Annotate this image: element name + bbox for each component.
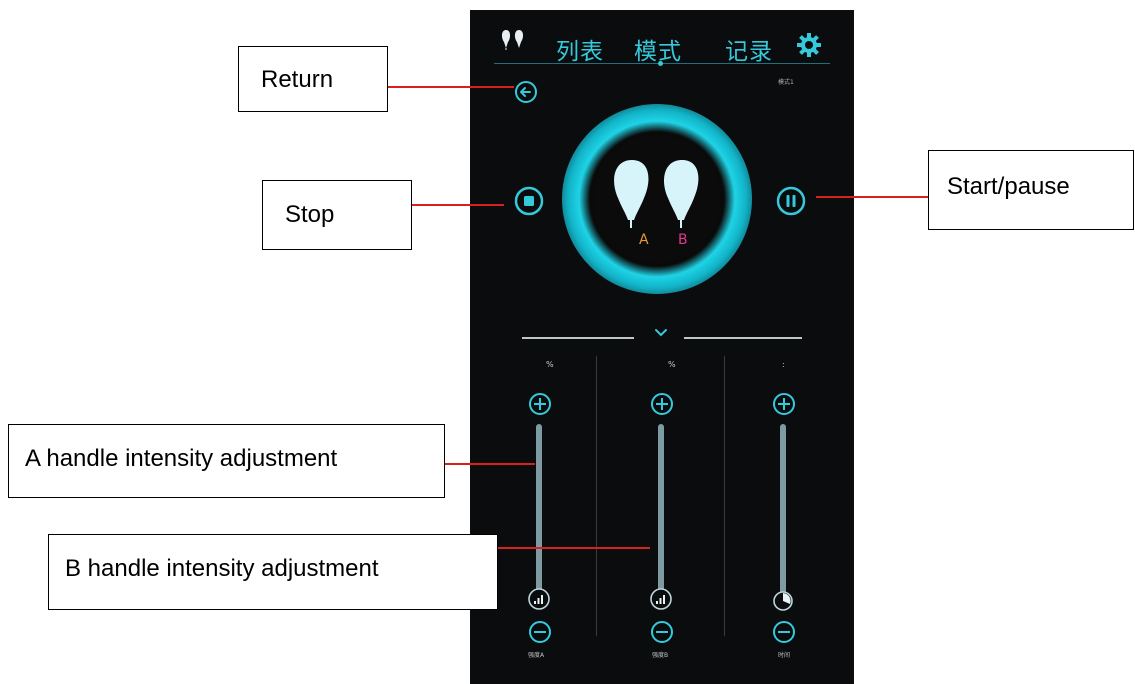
handle-b-label: B: [678, 232, 688, 248]
intensity-a-label: 强度A: [528, 652, 545, 659]
timer-icon[interactable]: [772, 590, 794, 612]
column-separator: [596, 356, 597, 636]
callout-b-intensity: B handle intensity adjustment: [48, 534, 498, 610]
column-separator: [724, 356, 725, 636]
callout-start-pause-text: Start/pause: [947, 173, 1070, 200]
divider-right: [684, 337, 802, 339]
app-screen: 列表 模式 记录 模式1 A B % 强度A % 强度B: 时间: [470, 10, 854, 684]
tab-list[interactable]: 列表: [556, 32, 604, 66]
minus-icon[interactable]: [772, 620, 796, 644]
divider-left: [522, 337, 634, 339]
handle-a-label: A: [639, 232, 649, 248]
leader-stop: [412, 204, 504, 206]
leader-a-intensity: [445, 463, 535, 465]
callout-a-intensity: A handle intensity adjustment: [8, 424, 445, 498]
active-tab-indicator: [658, 61, 663, 66]
callout-return-text: Return: [261, 66, 334, 93]
callout-stop: Stop: [262, 180, 412, 250]
stop-icon[interactable]: [514, 186, 544, 216]
minus-icon[interactable]: [650, 620, 674, 644]
leader-start-pause: [816, 196, 928, 198]
intensity-b-value: %: [668, 360, 676, 369]
intensity-b-slider[interactable]: [658, 424, 664, 594]
callout-b-intensity-text: B handle intensity adjustment: [65, 555, 379, 582]
time-value: :: [782, 360, 785, 369]
tab-record[interactable]: 记录: [725, 32, 773, 66]
signal-icon[interactable]: [649, 588, 673, 610]
callout-return: Return: [238, 46, 388, 112]
handle-pair-icon: [614, 160, 699, 228]
intensity-a-value: %: [546, 360, 554, 369]
leader-b-intensity: [498, 547, 650, 549]
plus-icon[interactable]: [528, 392, 552, 416]
chevron-down-icon[interactable]: [654, 328, 668, 338]
mode-label: 模式1: [778, 79, 794, 86]
intensity-a-slider[interactable]: [536, 424, 542, 594]
back-arrow-icon[interactable]: [514, 80, 538, 104]
intensity-b-label: 强度B: [652, 652, 669, 659]
leader-return: [388, 86, 514, 88]
plus-icon[interactable]: [650, 392, 674, 416]
minus-icon[interactable]: [528, 620, 552, 644]
pause-icon[interactable]: [776, 186, 806, 216]
time-label: 时间: [778, 652, 791, 659]
gear-icon[interactable]: [796, 32, 822, 58]
callout-start-pause: Start/pause: [928, 150, 1134, 230]
callout-stop-text: Stop: [285, 201, 335, 228]
plus-icon[interactable]: [772, 392, 796, 416]
callout-a-intensity-text: A handle intensity adjustment: [25, 445, 338, 472]
handles-icon[interactable]: [500, 28, 536, 50]
signal-icon[interactable]: [527, 588, 551, 610]
top-tab-bar: 列表 模式 记录: [470, 30, 854, 72]
time-slider[interactable]: [780, 424, 786, 594]
